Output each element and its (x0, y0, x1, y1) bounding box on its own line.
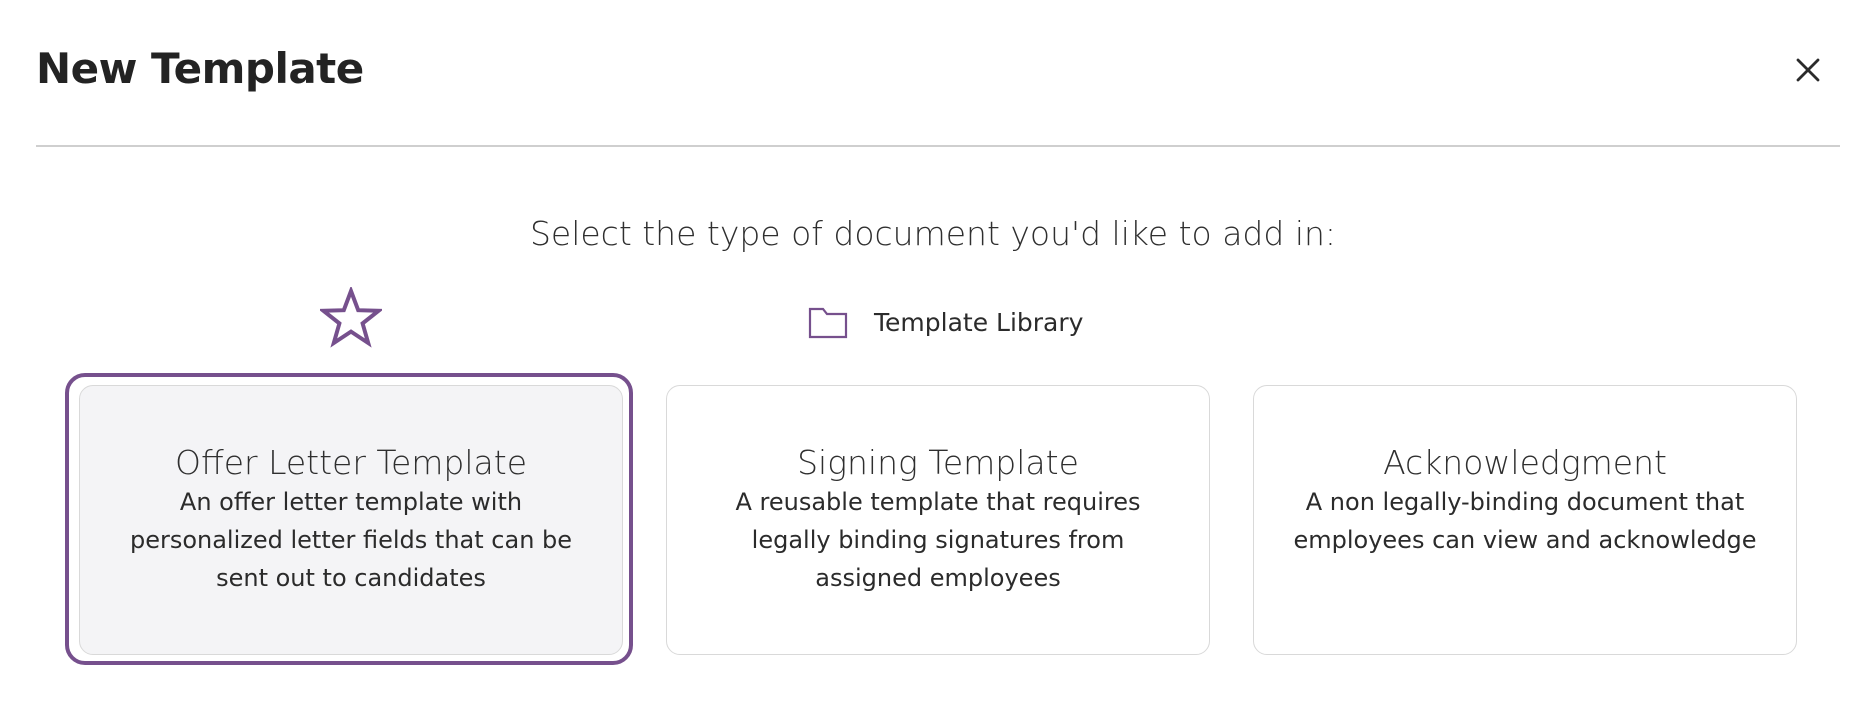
card-title: Offer Letter Template (175, 443, 527, 482)
dialog-title: New Template (36, 44, 364, 93)
favorite-star-button[interactable] (317, 285, 385, 349)
acknowledgment-card[interactable]: Acknowledgment A non legally-binding doc… (1253, 385, 1797, 655)
template-library-label: Template Library (874, 307, 1084, 337)
close-icon (1796, 58, 1820, 82)
card-title: Acknowledgment (1383, 443, 1667, 482)
card-description: A non legally-binding document that empl… (1293, 488, 1757, 554)
offer-letter-template-card[interactable]: Offer Letter Template An offer letter te… (79, 385, 623, 655)
star-icon (317, 285, 385, 348)
dialog-header: New Template (36, 0, 1840, 147)
card-description: An offer letter template with personaliz… (129, 488, 573, 592)
card-title: Signing Template (797, 443, 1079, 482)
template-library-link[interactable]: Template Library (808, 302, 1083, 342)
selection-prompt: Select the type of document you'd like t… (529, 214, 1337, 253)
close-button[interactable] (1790, 52, 1826, 88)
folder-icon (808, 307, 848, 339)
card-description: A reusable template that requires legall… (735, 488, 1141, 592)
signing-template-card[interactable]: Signing Template A reusable template tha… (666, 385, 1210, 655)
